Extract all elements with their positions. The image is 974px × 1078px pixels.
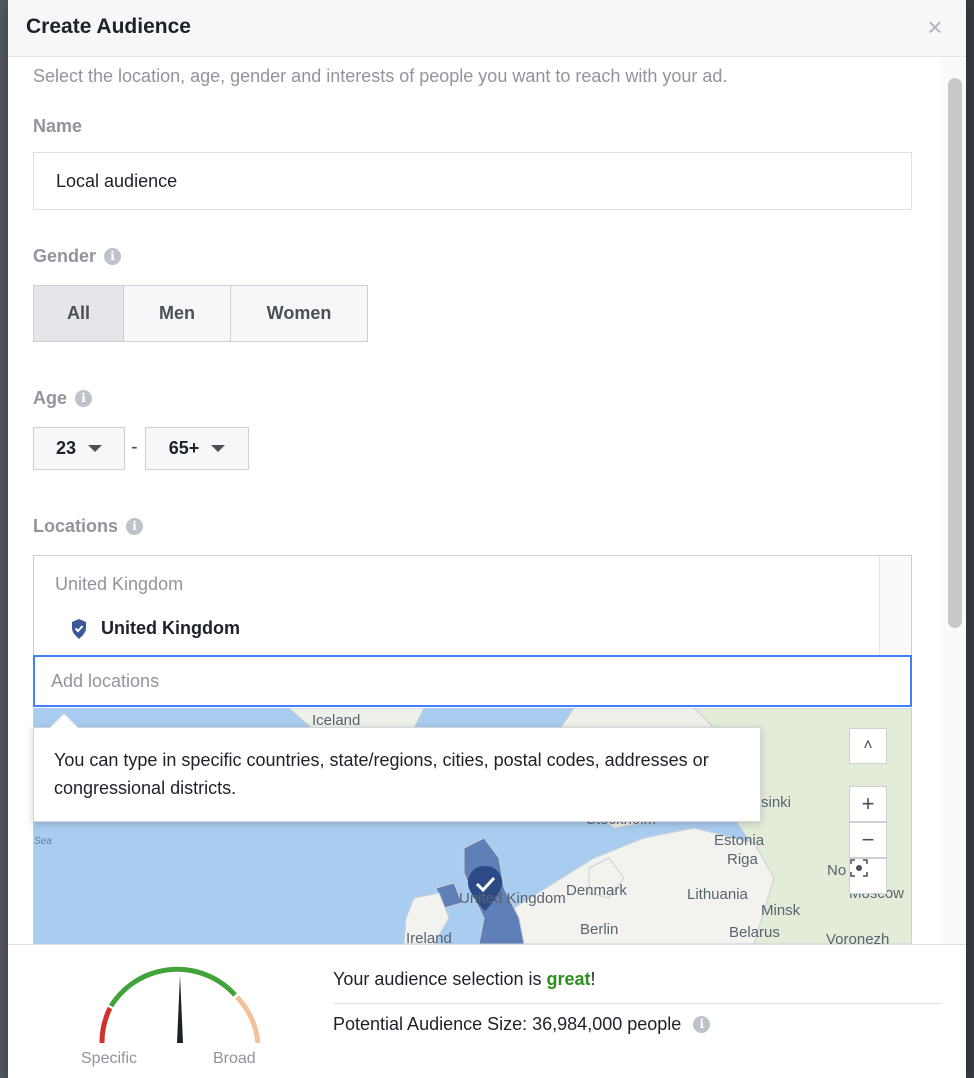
gender-selector: All Men Women [33,285,368,342]
gender-all-button[interactable]: All [34,286,124,341]
name-label: Name [33,116,83,136]
map-label-norway: No [827,862,847,879]
close-icon[interactable]: × [924,14,946,40]
map-label-minsk: Minsk [761,902,801,919]
age-separator: - [131,436,138,458]
age-label: Age i [33,388,93,409]
gauge-needle [177,975,183,1043]
gender-women-button[interactable]: Women [231,286,367,341]
location-pin-icon [72,618,86,639]
location-item[interactable]: United Kingdom [71,618,240,639]
name-input[interactable] [33,152,912,210]
potential-audience-size: Potential Audience Size: 36,984,000 peop… [333,1014,711,1035]
dialog-header: Create Audience × [8,0,966,57]
gauge-label-specific: Specific [81,1050,138,1067]
map-label-ireland: Ireland [406,930,452,944]
selected-locations-list: United Kingdom United Kingdom [33,555,912,656]
map-label-helsinki: sinki [761,794,792,811]
age-max-select[interactable]: 65+ [145,427,249,470]
create-audience-dialog: Create Audience × Select the location, a… [8,0,966,1078]
gauge-label-broad: Broad [213,1050,256,1067]
footer-divider [333,1003,942,1004]
map-zoom-out-button[interactable]: − [849,822,887,858]
gender-men-button[interactable]: Men [124,286,231,341]
map-label-estonia: Estonia [714,832,765,849]
dialog-scrollbar-thumb[interactable] [948,78,962,628]
location-list-scrollbar[interactable] [879,556,911,656]
dialog-scrollbar[interactable] [940,58,966,944]
info-icon[interactable]: i [693,1016,711,1033]
dialog-title: Create Audience [26,15,191,38]
map-collapse-button[interactable]: ˄ [849,728,887,764]
info-icon[interactable]: i [104,248,122,265]
caret-down-icon [88,445,103,452]
map-label-riga: Riga [727,851,758,868]
info-icon[interactable]: i [126,518,144,535]
caret-down-icon [211,445,226,452]
map-label-belarus: Belarus [729,924,780,941]
map-label-lithuania: Lithuania [687,886,748,903]
recenter-icon [850,859,868,877]
map-label-berlin: Berlin [580,921,619,938]
audience-gauge [99,966,261,1044]
dialog-body: Select the location, age, gender and int… [8,58,966,944]
age-min-select[interactable]: 23 [33,427,125,470]
locations-label: Locations i [33,516,144,537]
audience-verdict: Your audience selection is great! [333,969,596,989]
add-locations-input[interactable] [33,655,912,707]
gender-label: Gender i [33,246,122,267]
location-group-header: United Kingdom [55,574,184,594]
page-backdrop-left [0,0,8,1078]
map-label-voronezh: Voronezh [826,931,890,944]
locations-tooltip: You can type in specific countries, stat… [33,712,761,822]
map-zoom-in-button[interactable]: + [849,786,887,822]
info-icon[interactable]: i [75,390,93,407]
map-recenter-button[interactable] [849,858,887,894]
verdict-great: great [546,969,591,989]
map-label-united-kingdom: United Kingdom [459,890,566,907]
intro-text: Select the location, age, gender and int… [33,66,728,86]
audience-summary-footer: Specific Broad Your audience selection i… [8,944,966,1078]
map-label-denmark: Denmark [566,882,627,899]
map-label-sea: Sea [34,836,52,847]
